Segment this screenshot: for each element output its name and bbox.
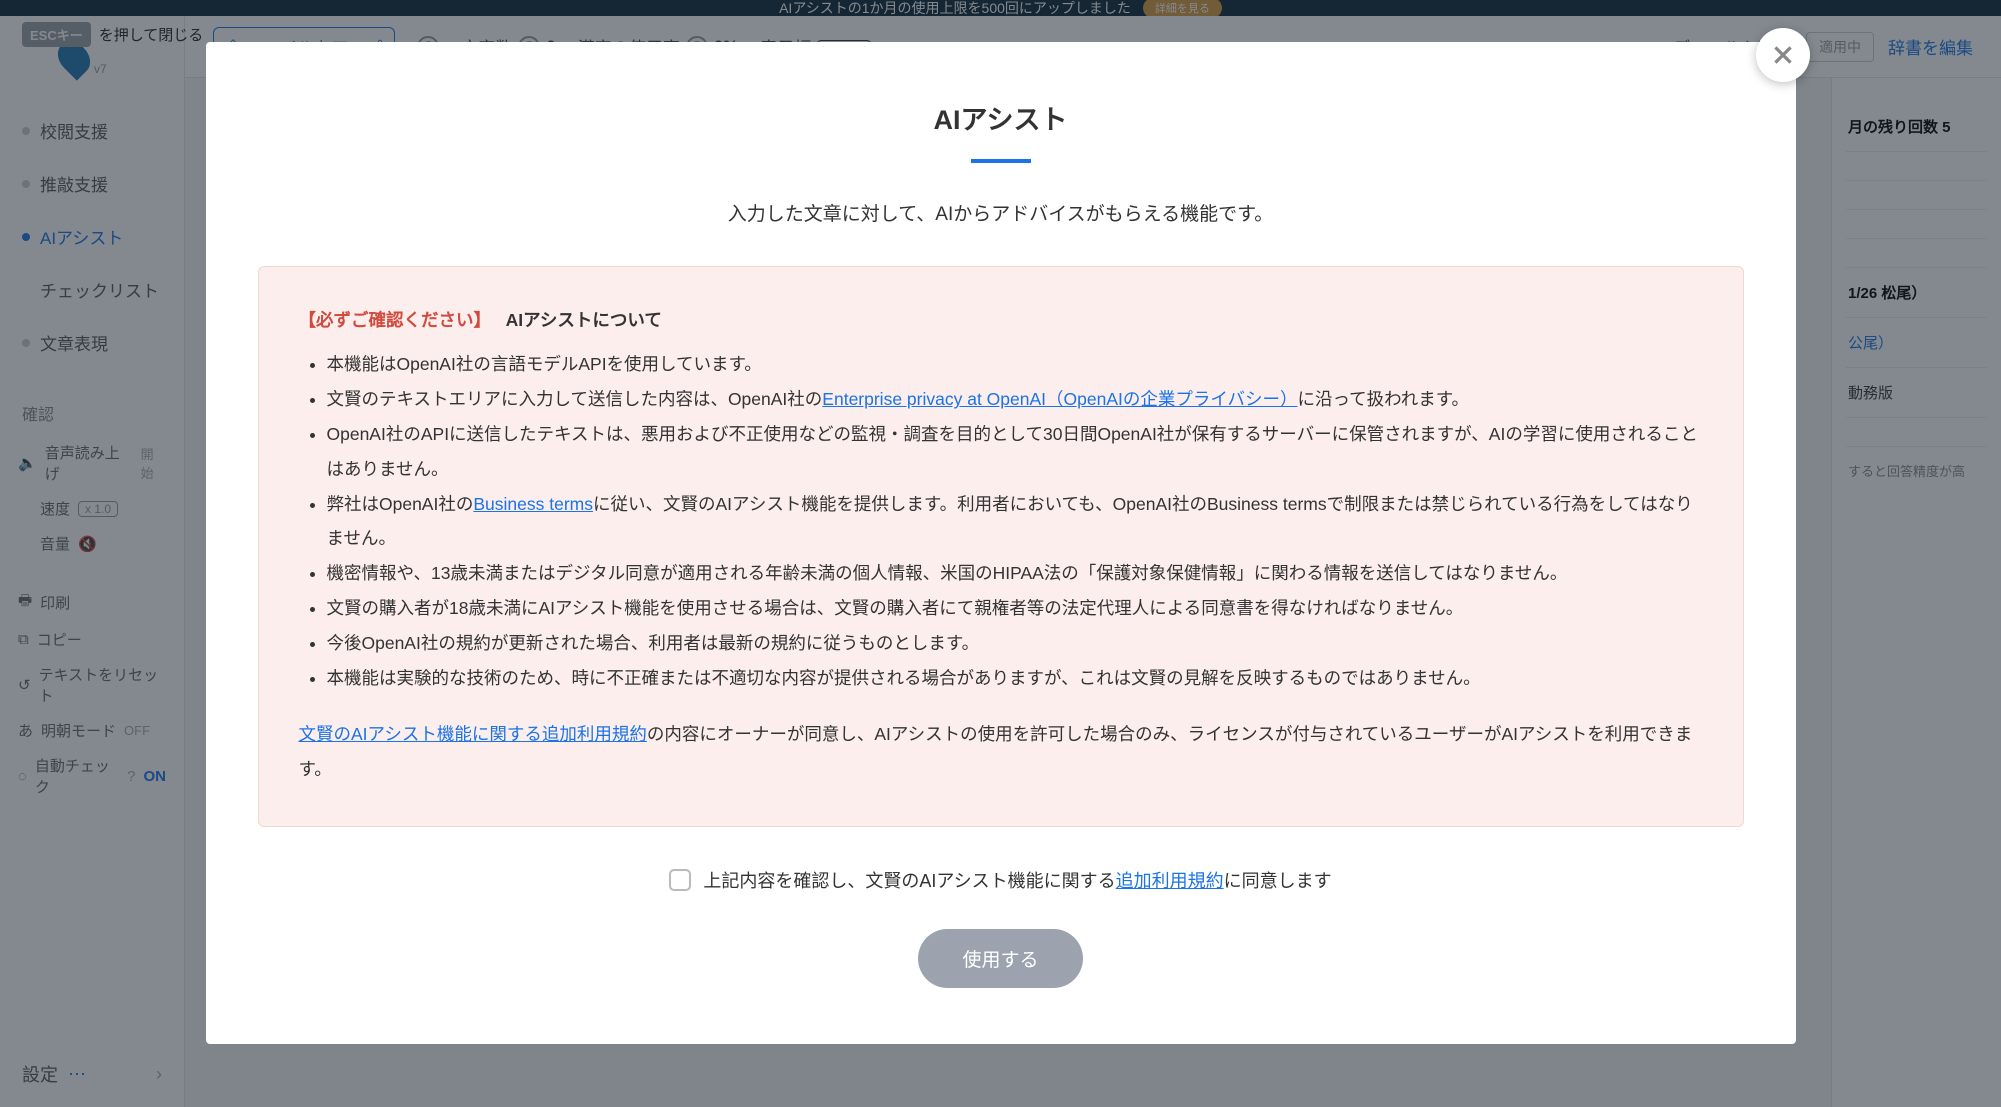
business-terms-link[interactable]: Business terms	[473, 494, 593, 514]
notice-prefix: 【必ずご確認ください】	[299, 310, 492, 330]
consent-row: 上記内容を確認し、文賢のAIアシスト機能に関する追加利用規約に同意します	[206, 867, 1796, 893]
privacy-link[interactable]: Enterprise privacy at OpenAI（OpenAIの企業プラ…	[822, 389, 1297, 409]
notice-item: OpenAI社のAPIに送信したテキストは、悪用および不正使用などの監視・調査を…	[327, 417, 1703, 485]
consent-text-a: 上記内容を確認し、文賢のAIアシスト機能に関する	[703, 871, 1115, 891]
title-underline	[971, 159, 1031, 163]
notice-item: 機密情報や、13歳未満またはデジタル同意が適用される年齢未満の個人情報、米国のH…	[327, 556, 1703, 590]
notice-footer: 文賢のAIアシスト機能に関する追加利用規約の内容にオーナーが同意し、AIアシスト…	[299, 717, 1703, 785]
notice-item: 文賢のテキストエリアに入力して送信した内容は、OpenAI社のEnterpris…	[327, 382, 1703, 416]
notice-item: 文賢の購入者が18歳未満にAIアシスト機能を使用させる場合は、文賢の購入者にて親…	[327, 591, 1703, 625]
notice-item: 本機能はOpenAI社の言語モデルAPIを使用しています。	[327, 347, 1703, 381]
close-button[interactable]	[1756, 28, 1810, 82]
modal-subtitle: 入力した文章に対して、AIからアドバイスがもらえる機能です。	[206, 199, 1796, 226]
additional-terms-link[interactable]: 文賢のAIアシスト機能に関する追加利用規約	[299, 724, 647, 744]
notice-item: 本機能は実験的な技術のため、時に不正確または不適切な内容が提供される場合がありま…	[327, 661, 1703, 695]
consent-terms-link[interactable]: 追加利用規約	[1116, 871, 1224, 891]
notice-title: AIアシストについて	[506, 310, 662, 330]
notice-box: 【必ずご確認ください】 AIアシストについて 本機能はOpenAI社の言語モデル…	[258, 266, 1744, 827]
modal-overlay[interactable]: AIアシスト 入力した文章に対して、AIからアドバイスがもらえる機能です。 【必…	[0, 0, 2001, 1107]
notice-item: 弊社はOpenAI社のBusiness termsに従い、文賢のAIアシスト機能…	[327, 487, 1703, 555]
use-button[interactable]: 使用する	[918, 929, 1082, 988]
notice-item: 今後OpenAI社の規約が更新された場合、利用者は最新の規約に従うものとします。	[327, 626, 1703, 660]
close-icon	[1770, 42, 1796, 68]
consent-checkbox[interactable]	[669, 869, 691, 891]
consent-text-b: に同意します	[1224, 871, 1332, 891]
ai-assist-modal: AIアシスト 入力した文章に対して、AIからアドバイスがもらえる機能です。 【必…	[206, 42, 1796, 1044]
modal-title: AIアシスト	[206, 98, 1796, 137]
